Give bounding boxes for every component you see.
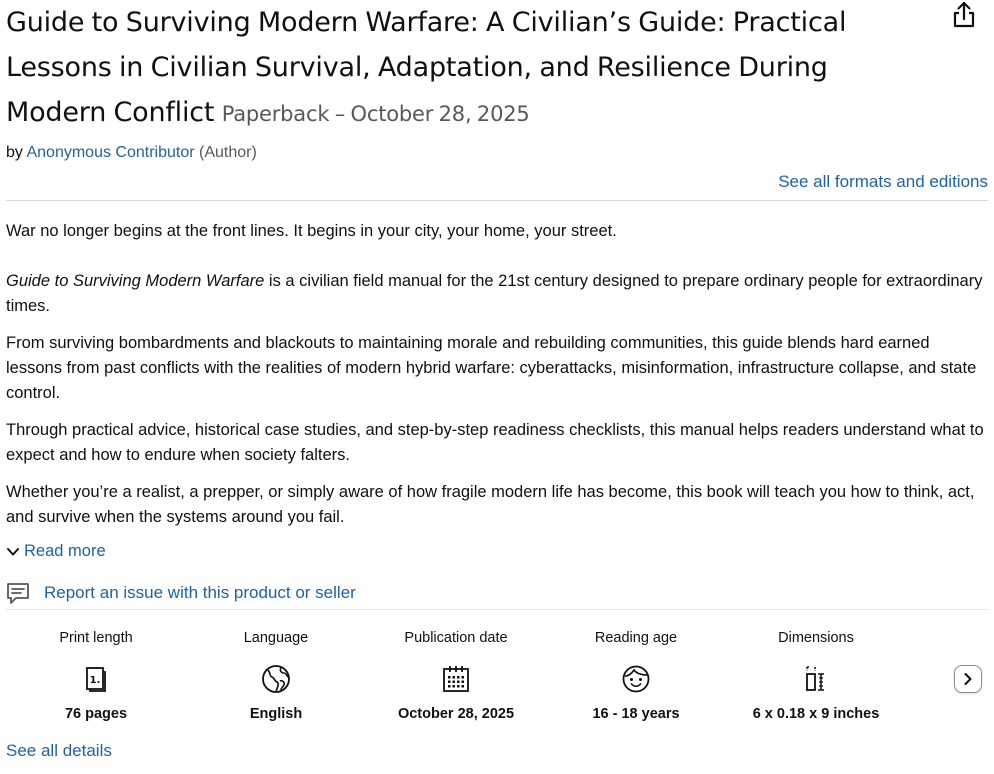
share-icon[interactable] [950, 0, 978, 30]
detail-label: Reading age [594, 630, 678, 646]
chevron-down-icon [7, 547, 19, 555]
description-paragraph: Guide to Surviving Modern Warfare is a c… [6, 269, 988, 319]
detail-value: 6 x 0.18 x 9 inches [752, 706, 880, 722]
product-details-carousel: Print length 1. 76 pages Language Englis… [6, 628, 988, 740]
book-description: War no longer begins at the front lines.… [6, 219, 988, 530]
byline: by Anonymous Contributor (Author) [6, 143, 988, 163]
detail-publication-date: Publication date October 28, 2025 [366, 628, 546, 740]
see-all-details-link[interactable]: See all details [6, 741, 112, 761]
detail-label: Dimensions [778, 630, 854, 646]
detail-value: 76 pages [64, 706, 128, 722]
title-block: Guide to Surviving Modern Warfare: A Civ… [6, 0, 988, 137]
feedback-icon [7, 583, 29, 604]
see-all-formats-link[interactable]: See all formats and editions [778, 172, 988, 191]
detail-value: 16 - 18 years [592, 706, 680, 722]
detail-value: October 28, 2025 [397, 706, 515, 722]
dimensions-icon [726, 662, 906, 696]
calendar-icon [366, 662, 546, 696]
byline-prefix: by [6, 144, 23, 161]
svg-text:1.: 1. [90, 675, 101, 686]
divider [6, 609, 988, 610]
author-link[interactable]: Anonymous Contributor [26, 144, 194, 161]
detail-label: Publication date [404, 630, 508, 646]
description-italic-title: Guide to Surviving Modern Warfare [6, 272, 265, 290]
divider [6, 200, 988, 201]
chevron-right-icon [964, 673, 972, 685]
detail-print-length: Print length 1. 76 pages [6, 628, 186, 740]
read-more-toggle[interactable]: Read more [6, 542, 988, 561]
detail-label: Language [243, 630, 309, 646]
carousel-next-button[interactable] [954, 665, 982, 693]
author-role: (Author) [199, 144, 257, 161]
report-issue-row: Report an issue with this product or sel… [6, 581, 988, 605]
child-face-icon [546, 662, 726, 696]
description-paragraph: From surviving bombardments and blackout… [6, 334, 977, 402]
description-paragraph: Through practical advice, historical cas… [6, 421, 984, 464]
description-paragraph: War no longer begins at the front lines.… [6, 222, 617, 240]
book-pages-icon: 1. [6, 662, 186, 696]
format-date: Paperback – October 28, 2025 [221, 102, 530, 126]
detail-value: English [249, 706, 303, 722]
product-title: Guide to Surviving Modern Warfare: A Civ… [6, 0, 932, 137]
detail-label: Print length [59, 630, 133, 646]
product-page: Guide to Surviving Modern Warfare: A Civ… [0, 0, 994, 774]
detail-dimensions: Dimensions 6 x 0.18 x 9 inches [726, 628, 906, 740]
detail-language: Language English [186, 628, 366, 740]
formats-row: See all formats and editions [6, 171, 988, 193]
detail-reading-age: Reading age 16 - 18 years [546, 628, 726, 740]
read-more-label: Read more [24, 542, 106, 560]
globe-icon [186, 662, 366, 696]
description-paragraph: Whether you’re a realist, a prepper, or … [6, 483, 975, 526]
report-issue-link[interactable]: Report an issue with this product or sel… [44, 583, 356, 603]
